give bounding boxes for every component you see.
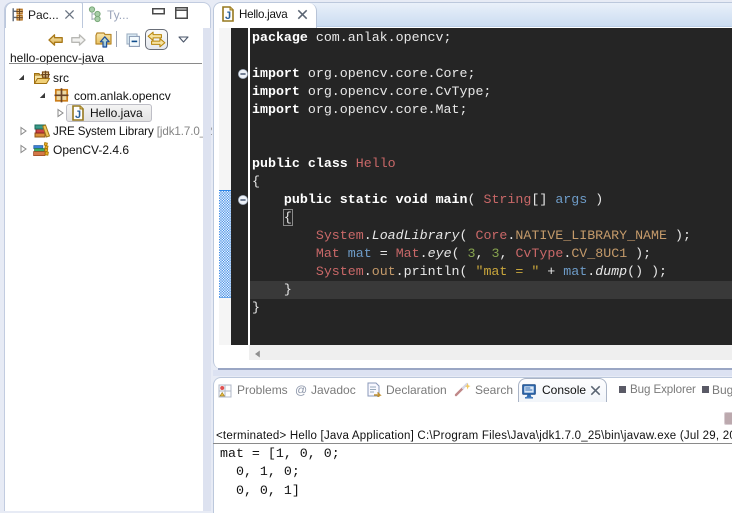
svg-text:J: J bbox=[225, 10, 231, 22]
svg-text:J: J bbox=[75, 109, 81, 121]
